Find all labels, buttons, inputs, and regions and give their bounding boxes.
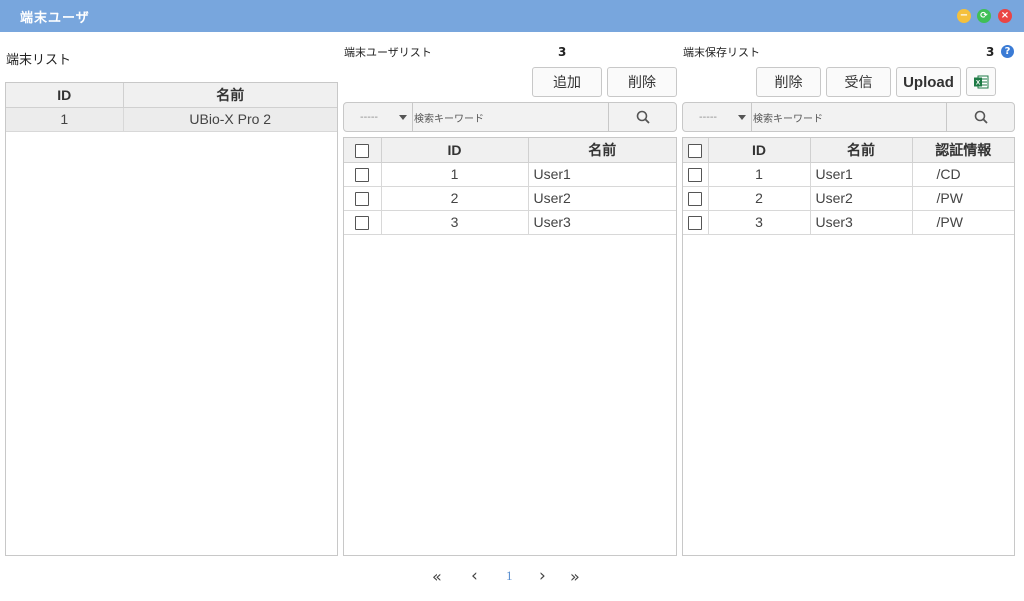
delete-stored-user-button[interactable]: 削除 <box>756 67 821 97</box>
receive-button[interactable]: 受信 <box>826 67 891 97</box>
window-title: 端末ユーザ <box>20 11 90 26</box>
svg-text:X: X <box>976 79 981 86</box>
user-id-cell: 1 <box>380 161 529 187</box>
user-id-cell: 3 <box>380 209 529 235</box>
restore-button[interactable]: ⟳ <box>977 9 991 23</box>
restore-icon: ⟳ <box>980 10 988 21</box>
row-checkbox[interactable] <box>688 168 703 183</box>
caret-down-icon <box>738 114 746 120</box>
row-checkbox[interactable] <box>688 216 703 231</box>
user-name-cell: User2 <box>527 185 676 211</box>
row-checkbox-cell[interactable] <box>344 161 382 187</box>
user-id-cell: 3 <box>707 209 811 235</box>
select-all-checkbox[interactable] <box>688 143 703 158</box>
window-titlebar: 端末ユーザ − ⟳ × <box>0 0 1024 32</box>
delete-device-user-button[interactable]: 削除 <box>607 67 677 97</box>
user-id-cell: 1 <box>707 161 811 187</box>
pagination: « ‹ 1 › » <box>430 566 590 586</box>
column-header-name[interactable]: 名前 <box>809 138 913 163</box>
device-users-table: ID 名前 1 User1 2 User2 3 User3 <box>344 138 676 235</box>
table-row[interactable]: 1 User1 /CD <box>683 161 1014 187</box>
search-icon <box>636 110 650 124</box>
search-button[interactable] <box>946 103 1014 131</box>
row-checkbox-cell[interactable] <box>344 185 382 211</box>
select-all-header[interactable] <box>344 138 382 163</box>
select-all-checkbox[interactable] <box>355 143 370 158</box>
search-button[interactable] <box>608 103 676 131</box>
current-page-number[interactable]: 1 <box>506 566 513 586</box>
row-checkbox-cell[interactable] <box>683 209 709 235</box>
next-page-button[interactable]: › <box>539 566 546 586</box>
column-header-auth[interactable]: 認証情報 <box>911 138 1014 163</box>
user-name-cell: User3 <box>527 209 676 235</box>
auth-info-cell: /PW <box>911 209 1014 235</box>
minimize-button[interactable]: − <box>957 9 971 23</box>
column-header-id[interactable]: ID <box>707 138 811 163</box>
column-header-id[interactable]: ID <box>380 138 529 163</box>
column-header-name[interactable]: 名前 <box>122 83 337 108</box>
auth-info-cell: /CD <box>911 161 1014 187</box>
caret-down-icon <box>399 114 407 120</box>
filter-select[interactable]: ----- <box>344 103 412 131</box>
device-users-count: 3 <box>558 45 567 59</box>
device-list-label: 端末リスト <box>6 53 72 68</box>
excel-icon: X <box>974 75 989 88</box>
search-input[interactable]: 検索キーワード <box>412 103 608 131</box>
search-input[interactable]: 検索キーワード <box>751 103 946 131</box>
device-list-table: ID 名前 1 UBio-X Pro 2 <box>6 83 337 132</box>
close-button[interactable]: × <box>998 9 1012 23</box>
excel-export-button[interactable]: X <box>966 67 996 96</box>
minimize-icon: − <box>959 10 969 21</box>
filter-select-value: ----- <box>699 111 718 123</box>
filter-select-value: ----- <box>360 111 379 123</box>
stored-users-label: 端末保存リスト <box>683 46 760 59</box>
row-checkbox-cell[interactable] <box>344 209 382 235</box>
first-page-button[interactable]: « <box>432 566 442 586</box>
device-name-cell: UBio-X Pro 2 <box>122 106 337 132</box>
device-users-searchbar: ----- 検索キーワード <box>343 102 677 132</box>
filter-select[interactable]: ----- <box>683 103 751 131</box>
table-row[interactable]: 3 User3 <box>344 209 676 235</box>
table-header-row: ID 名前 認証情報 <box>683 138 1014 163</box>
table-header-row: ID 名前 <box>6 83 337 108</box>
table-header-row: ID 名前 <box>344 138 676 163</box>
stored-users-searchbar: ----- 検索キーワード <box>682 102 1015 132</box>
table-row[interactable]: 2 User2 <box>344 185 676 211</box>
table-row[interactable]: 3 User3 /PW <box>683 209 1014 235</box>
device-users-panel: ID 名前 1 User1 2 User2 3 User3 <box>343 137 677 556</box>
user-id-cell: 2 <box>707 185 811 211</box>
row-checkbox-cell[interactable] <box>683 185 709 211</box>
user-name-cell: User1 <box>809 161 913 187</box>
user-name-cell: User3 <box>809 209 913 235</box>
device-users-label: 端末ユーザリスト <box>344 46 432 59</box>
table-row[interactable]: 1 User1 <box>344 161 676 187</box>
stored-users-table: ID 名前 認証情報 1 User1 /CD 2 User2 /PW 3 Use… <box>683 138 1014 235</box>
column-header-name[interactable]: 名前 <box>527 138 676 163</box>
close-icon: × <box>1000 10 1010 21</box>
user-name-cell: User1 <box>527 161 676 187</box>
column-header-id[interactable]: ID <box>6 83 124 108</box>
user-name-cell: User2 <box>809 185 913 211</box>
device-id-cell: 1 <box>6 106 124 132</box>
upload-button[interactable]: Upload <box>896 67 961 97</box>
stored-users-panel: ID 名前 認証情報 1 User1 /CD 2 User2 /PW 3 Use… <box>682 137 1015 556</box>
last-page-button[interactable]: » <box>570 566 580 586</box>
table-row[interactable]: 2 User2 /PW <box>683 185 1014 211</box>
row-checkbox[interactable] <box>355 192 370 207</box>
prev-page-button[interactable]: ‹ <box>471 566 478 586</box>
table-row[interactable]: 1 UBio-X Pro 2 <box>6 106 337 132</box>
row-checkbox[interactable] <box>688 192 703 207</box>
device-list-panel: ID 名前 1 UBio-X Pro 2 <box>5 82 338 556</box>
help-icon[interactable]: ? <box>1001 45 1014 58</box>
stored-users-count: 3 <box>986 45 995 59</box>
select-all-header[interactable] <box>683 138 709 163</box>
row-checkbox[interactable] <box>355 216 370 231</box>
add-button[interactable]: 追加 <box>532 67 602 97</box>
user-id-cell: 2 <box>380 185 529 211</box>
row-checkbox[interactable] <box>355 168 370 183</box>
row-checkbox-cell[interactable] <box>683 161 709 187</box>
auth-info-cell: /PW <box>911 185 1014 211</box>
search-icon <box>974 110 988 124</box>
